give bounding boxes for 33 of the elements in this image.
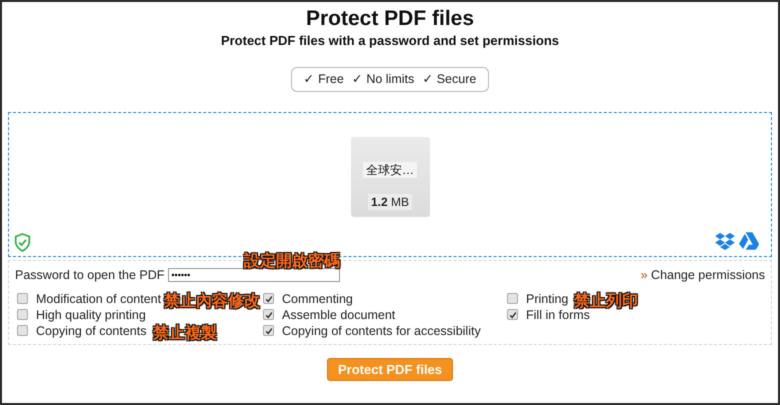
feature-label: ✓ Secure — [422, 72, 476, 87]
file-size: 1.2 MB — [368, 194, 412, 210]
checkbox[interactable] — [263, 325, 274, 336]
annotation-label: 禁止列印 — [574, 291, 638, 310]
change-permissions-link[interactable]: » Change permissions — [640, 268, 765, 282]
checkbox-label: Copying of contents for accessibility — [282, 324, 481, 338]
checkbox[interactable] — [17, 325, 28, 336]
checkbox[interactable] — [263, 309, 274, 320]
checkbox-label: Printing — [526, 292, 568, 306]
page-title: Protect PDF files — [304, 7, 476, 31]
dropbox-icon[interactable] — [715, 232, 735, 250]
checkbox[interactable] — [507, 293, 518, 304]
shield-icon — [14, 233, 31, 252]
checkbox-label: Copying of contents — [36, 324, 146, 338]
password-label: Password to open the PDF — [15, 268, 164, 282]
file-name: 全球安… — [363, 162, 417, 178]
checkbox[interactable] — [263, 293, 274, 304]
checkbox-label: Commenting — [282, 292, 353, 306]
checkbox[interactable] — [17, 293, 28, 304]
annotation-label: 禁止複製 — [153, 323, 217, 342]
checkbox-label: High quality printing — [36, 308, 146, 322]
checkbox[interactable] — [17, 309, 28, 320]
checkbox-label: Fill in forms — [526, 308, 590, 322]
file-card[interactable]: 全球安… 1.2 MB — [350, 137, 430, 217]
checkbox[interactable] — [507, 309, 518, 320]
feature-label: ✓ No limits — [352, 72, 414, 87]
password-field[interactable]: •••••• — [168, 268, 340, 282]
checkbox-label: Assemble document — [282, 308, 396, 322]
checkbox-label: Modification of content — [36, 292, 162, 306]
page-subtitle: Protect PDF files with a password and set permissions — [220, 33, 560, 49]
drive-icon[interactable] — [739, 232, 759, 250]
annotation-label: 禁止內容修改 — [164, 291, 260, 310]
feature-label: ✓ Free — [304, 72, 344, 87]
